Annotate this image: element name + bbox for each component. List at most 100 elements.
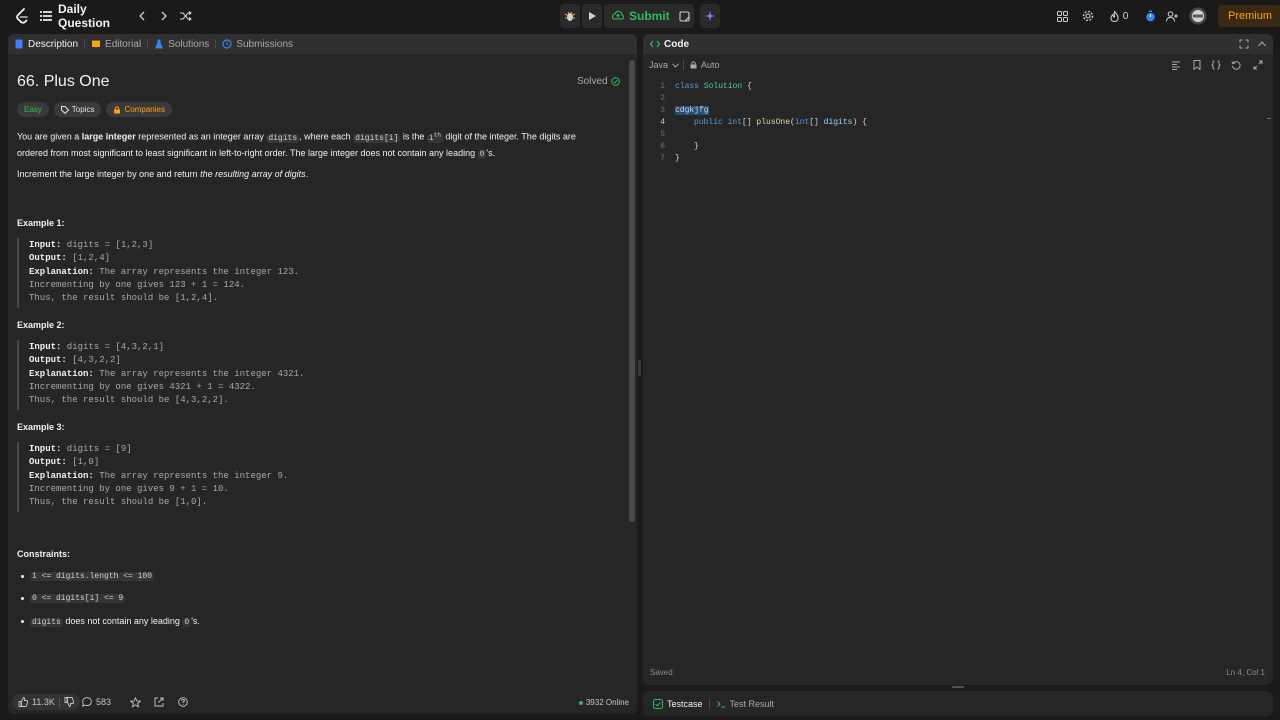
braces-button[interactable] [1211,60,1221,70]
prev-question-button[interactable] [132,4,152,28]
tab-code[interactable]: Code [643,34,695,54]
example-border [17,340,19,410]
example-explanation-line: Incrementing by one gives 123 + 1 = 124. [29,280,246,290]
invite-user-button[interactable] [1164,4,1180,28]
example-input: Input: digits = [1,2,3] [29,240,153,250]
question-icon [178,697,188,707]
statement-bold: large integer [81,131,136,142]
tab-description[interactable]: Description [8,34,84,54]
streak-counter[interactable]: 0 [1106,4,1132,28]
like-button[interactable]: 11.3K [12,694,80,710]
companies-chip[interactable]: Companies [106,102,172,117]
constraint-code: 1 <= digits.length <= 100 [30,572,155,581]
reset-code-button[interactable] [1231,60,1241,70]
code-line: 1 class Solution { [643,82,752,94]
lock-icon [690,61,697,69]
add-user-icon [1166,10,1178,22]
ai-assistant-button[interactable] [700,4,720,28]
difficulty-badge: Easy [17,102,49,117]
thumbs-up-icon [18,697,28,707]
comment-icon [82,697,92,707]
output-label: Output: [29,457,67,467]
topics-chip[interactable]: Topics [53,102,102,117]
autocomplete-toggle[interactable]: Auto [690,60,720,70]
testcase-tabbar: Testcase Test Result [643,691,1273,716]
tab-editorial[interactable]: Editorial [85,34,147,54]
example-heading: Example 2: [17,320,65,330]
reset-icon [1231,61,1241,70]
bookmark-button[interactable] [1193,60,1201,70]
tab-solutions[interactable]: Solutions [148,34,215,54]
input-value: digits = [4,3,2,1] [61,342,165,352]
constraint-code: 0 [182,618,192,627]
timer-button[interactable] [1142,4,1158,28]
favorite-button[interactable] [130,694,141,710]
leetcode-logo-icon[interactable] [12,4,32,28]
checkbox-icon [653,698,663,709]
help-button[interactable] [178,694,188,710]
statement-text: , where each [299,131,354,142]
task-text: . [305,169,309,179]
avatar-icon [1189,7,1207,25]
constraint-item: 1 <= digits.length <= 100 [21,572,155,581]
submit-button[interactable]: Submit [604,4,678,28]
random-question-button[interactable] [176,4,196,28]
bullet [21,597,24,600]
tab-testcase[interactable]: Testcase [647,691,709,716]
comments-button[interactable]: 583 [82,694,111,710]
layout-button[interactable] [1054,4,1070,28]
braces-icon [1211,60,1221,70]
explanation-value: The array represents the integer 9. [93,471,289,481]
avatar[interactable] [1188,4,1208,28]
topics-label: Topics [71,105,95,114]
horizontal-resize-handle[interactable] [638,360,641,376]
inline-code: ith [426,131,443,143]
keyword-token: public [694,118,723,127]
tab-solutions-label: Solutions [168,38,210,50]
example-output: Output: [4,3,2,2] [29,355,121,365]
left-tabbar: Description Editorial Solutions Submissi… [8,34,637,54]
streak-count: 0 [1122,10,1129,22]
editor-status-bar: Saved Ln 4, Col 1 [643,668,1273,682]
play-icon [589,12,596,20]
top-navbar: Daily Question Submit 0 Premium [0,0,1280,32]
type-token: int [722,118,743,127]
settings-button[interactable] [1080,4,1096,28]
solved-status: Solved [577,76,620,87]
run-button[interactable] [582,4,602,28]
next-question-button[interactable] [154,4,174,28]
debug-button[interactable] [560,4,580,28]
chevron-right-icon [161,11,167,21]
premium-button[interactable]: Premium [1218,5,1280,27]
line-number: 3 [660,106,665,115]
expand-icon [1253,60,1263,70]
tab-description-label: Description [28,38,79,50]
problem-statement: You are given a large integer represente… [17,128,607,162]
daily-question-link[interactable]: Daily Question [40,2,134,30]
tab-submissions[interactable]: Submissions [216,34,299,54]
output-value: [1,2,4] [66,253,111,263]
collapse-button[interactable] [1257,39,1267,49]
example-explanation: Explanation: The array represents the in… [29,369,304,379]
problem-task: Increment the large integer by one and r… [17,167,607,181]
vertical-resize-handle[interactable] [952,686,964,688]
statement-text: You are given a [17,131,82,142]
maximize-button[interactable] [1239,39,1249,49]
fullscreen-button[interactable] [1253,60,1263,70]
check-circle-icon [610,77,620,86]
toolbar-divider [683,60,684,70]
thumbs-down-icon[interactable] [64,697,74,707]
share-button[interactable] [154,694,164,710]
description-scrollbar[interactable] [629,60,635,522]
notes-button[interactable] [674,4,694,28]
constraint-text-part: 's. [191,616,200,626]
online-dot [578,700,583,705]
language-select[interactable]: Java [649,60,679,70]
format-button[interactable] [1171,61,1181,70]
example-heading: Example 1: [17,218,65,228]
constraint-item: digits does not contain any leading 0's. [21,616,200,627]
task-italic: the resulting array of digits [200,169,306,179]
statement-text: represented as an integer array [135,131,267,142]
input-label: Input: [29,342,62,352]
tab-test-result[interactable]: Test Result [710,691,781,716]
